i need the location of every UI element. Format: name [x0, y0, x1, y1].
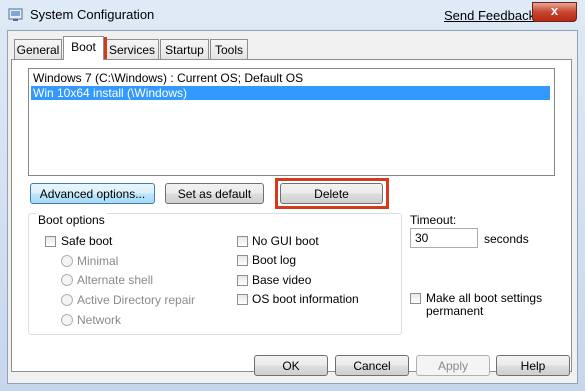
cancel-button[interactable]: Cancel: [335, 355, 409, 376]
boot-log-label: Boot log: [252, 253, 297, 267]
boot-entry-list[interactable]: Windows 7 (C:\Windows) : Current OS; Def…: [28, 68, 555, 176]
make-permanent-label-line2: permanent: [426, 304, 484, 318]
make-permanent-label-line1: Make all boot settings: [426, 291, 543, 305]
alternate-shell-label: Alternate shell: [77, 273, 154, 287]
timeout-unit-label: seconds: [484, 232, 529, 246]
boot-options-label: Boot options: [36, 213, 107, 227]
base-video-label: Base video: [252, 273, 312, 287]
close-button[interactable]: x: [532, 2, 577, 22]
dialog-client-area: General Boot Services Startup Tools Wind…: [7, 30, 578, 384]
boot-entry-windows-7[interactable]: Windows 7 (C:\Windows) : Current OS; Def…: [31, 71, 303, 85]
help-button[interactable]: Help: [496, 355, 570, 376]
delete-button[interactable]: Delete: [280, 183, 383, 204]
ok-button[interactable]: OK: [254, 355, 328, 376]
tab-boot[interactable]: Boot: [63, 36, 104, 60]
tab-services[interactable]: Services: [105, 39, 159, 59]
network-label: Network: [77, 313, 122, 327]
boot-log-checkbox[interactable]: [237, 255, 248, 266]
tab-startup[interactable]: Startup: [160, 39, 209, 59]
apply-button[interactable]: Apply: [416, 355, 490, 376]
active-directory-repair-radio[interactable]: [61, 294, 73, 306]
safe-boot-label: Safe boot: [61, 234, 113, 248]
base-video-checkbox[interactable]: [237, 275, 248, 286]
network-radio[interactable]: [61, 314, 73, 326]
minimal-radio[interactable]: [61, 255, 73, 267]
minimal-label: Minimal: [77, 254, 119, 268]
close-icon: x: [550, 3, 559, 18]
make-permanent-checkbox[interactable]: [410, 293, 421, 304]
title-bar[interactable]: System Configuration Send Feedback x: [0, 0, 585, 30]
active-directory-repair-label: Active Directory repair: [77, 293, 196, 307]
os-boot-information-label: OS boot information: [252, 292, 359, 306]
system-configuration-window: System Configuration Send Feedback x Gen…: [0, 0, 585, 391]
tab-tools[interactable]: Tools: [210, 39, 248, 59]
send-feedback-link[interactable]: Send Feedback: [444, 8, 535, 23]
no-gui-boot-label: No GUI boot: [252, 234, 319, 248]
alternate-shell-radio[interactable]: [61, 274, 73, 286]
msconfig-app-icon: [8, 8, 23, 21]
timeout-label: Timeout:: [410, 213, 457, 227]
advanced-options-button[interactable]: Advanced options...: [30, 183, 155, 204]
timeout-input[interactable]: [410, 228, 478, 248]
set-as-default-button[interactable]: Set as default: [165, 183, 264, 204]
boot-entry-win10-install[interactable]: Win 10x64 install (\Windows): [31, 86, 550, 100]
os-boot-information-checkbox[interactable]: [237, 294, 248, 305]
window-title: System Configuration: [30, 7, 155, 22]
tab-general[interactable]: General: [14, 39, 62, 59]
no-gui-boot-checkbox[interactable]: [237, 236, 248, 247]
safe-boot-checkbox[interactable]: [45, 236, 56, 247]
